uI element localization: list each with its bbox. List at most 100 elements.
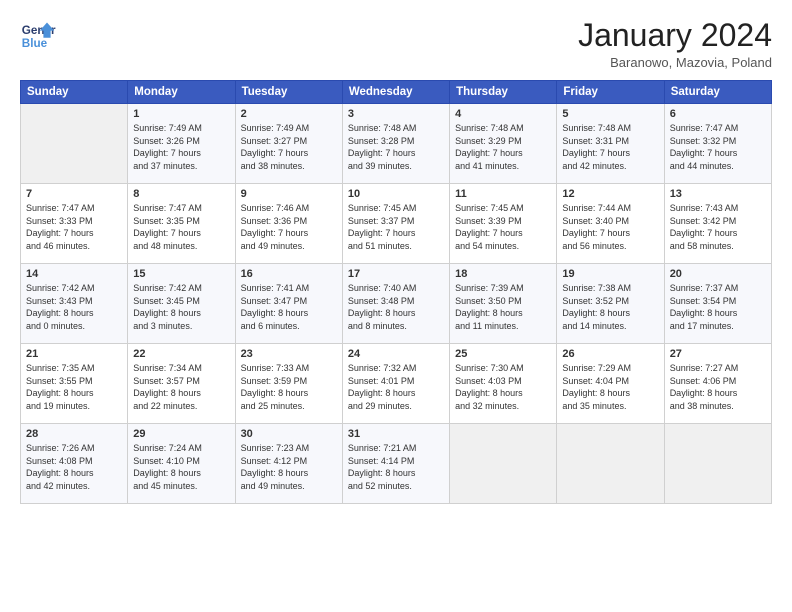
header-row: SundayMondayTuesdayWednesdayThursdayFrid… xyxy=(21,81,772,104)
svg-text:Blue: Blue xyxy=(22,37,48,50)
day-number: 26 xyxy=(562,348,658,360)
day-number: 31 xyxy=(348,428,444,440)
day-cell: 12 Sunrise: 7:44 AMSunset: 3:40 PMDayligh… xyxy=(557,184,664,264)
day-cell: 31 Sunrise: 7:21 AMSunset: 4:14 PMDayligh… xyxy=(342,424,449,504)
day-cell: 24 Sunrise: 7:32 AMSunset: 4:01 PMDayligh… xyxy=(342,344,449,424)
svg-text:General: General xyxy=(22,24,56,37)
day-cell: 26 Sunrise: 7:29 AMSunset: 4:04 PMDayligh… xyxy=(557,344,664,424)
day-cell: 1Sunrise: 7:49 AMSunset: 3:26 PMDaylight… xyxy=(128,104,235,184)
day-info: Sunrise: 7:42 AMSunset: 3:43 PMDaylight:… xyxy=(26,282,122,332)
day-cell: 13Sunrise: 7:43 AMSunset: 3:42 PMDayligh… xyxy=(664,184,771,264)
day-cell: 16Sunrise: 7:41 AMSunset: 3:47 PMDayligh… xyxy=(235,264,342,344)
day-info: Sunrise: 7:40 AMSunset: 3:48 PMDaylight:… xyxy=(348,282,444,332)
day-cell: 23Sunrise: 7:33 AMSunset: 3:59 PMDayligh… xyxy=(235,344,342,424)
day-cell: 21Sunrise: 7:35 AMSunset: 3:55 PMDayligh… xyxy=(21,344,128,424)
day-info: Sunrise: 7:24 AMSunset: 4:10 PMDaylight:… xyxy=(133,442,229,492)
day-cell: 11 Sunrise: 7:45 AMSunset: 3:39 PMDayligh… xyxy=(450,184,557,264)
header-cell-friday: Friday xyxy=(557,81,664,104)
day-number: 14 xyxy=(26,268,122,280)
day-number: 15 xyxy=(133,268,229,280)
day-info: Sunrise: 7:37 AMSunset: 3:54 PMDaylight:… xyxy=(670,282,766,332)
day-info: Sunrise: 7:48 AMSunset: 3:31 PMDaylight:… xyxy=(562,122,658,172)
day-number: 22 xyxy=(133,348,229,360)
day-info: Sunrise: 7:48 AMSunset: 3:28 PMDaylight:… xyxy=(348,122,444,172)
day-number: 7 xyxy=(26,188,122,200)
day-cell: 3 Sunrise: 7:48 AMSunset: 3:28 PMDaylight… xyxy=(342,104,449,184)
day-cell: 10Sunrise: 7:45 AMSunset: 3:37 PMDayligh… xyxy=(342,184,449,264)
day-number: 25 xyxy=(455,348,551,360)
day-number: 3 xyxy=(348,108,444,120)
day-info: Sunrise: 7:47 AMSunset: 3:35 PMDaylight:… xyxy=(133,202,229,252)
day-cell: 22 Sunrise: 7:34 AMSunset: 3:57 PMDayligh… xyxy=(128,344,235,424)
day-cell: 30 Sunrise: 7:23 AMSunset: 4:12 PMDayligh… xyxy=(235,424,342,504)
day-cell: 8 Sunrise: 7:47 AMSunset: 3:35 PMDaylight… xyxy=(128,184,235,264)
day-number: 18 xyxy=(455,268,551,280)
day-info: Sunrise: 7:38 AMSunset: 3:52 PMDaylight:… xyxy=(562,282,658,332)
header-cell-wednesday: Wednesday xyxy=(342,81,449,104)
header-cell-saturday: Saturday xyxy=(664,81,771,104)
week-row-2: 7 Sunrise: 7:47 AMSunset: 3:33 PMDaylight… xyxy=(21,184,772,264)
day-cell: 4 Sunrise: 7:48 AMSunset: 3:29 PMDaylight… xyxy=(450,104,557,184)
day-info: Sunrise: 7:48 AMSunset: 3:29 PMDaylight:… xyxy=(455,122,551,172)
day-info: Sunrise: 7:23 AMSunset: 4:12 PMDaylight:… xyxy=(241,442,337,492)
day-number: 30 xyxy=(241,428,337,440)
day-cell: 27Sunrise: 7:27 AMSunset: 4:06 PMDayligh… xyxy=(664,344,771,424)
day-info: Sunrise: 7:45 AMSunset: 3:39 PMDaylight:… xyxy=(455,202,551,252)
day-info: Sunrise: 7:42 AMSunset: 3:45 PMDaylight:… xyxy=(133,282,229,332)
day-number: 24 xyxy=(348,348,444,360)
week-row-5: 28 Sunrise: 7:26 AMSunset: 4:08 PMDayligh… xyxy=(21,424,772,504)
day-info: Sunrise: 7:21 AMSunset: 4:14 PMDaylight:… xyxy=(348,442,444,492)
day-number: 1 xyxy=(133,108,229,120)
day-info: Sunrise: 7:49 AMSunset: 3:27 PMDaylight:… xyxy=(241,122,337,172)
day-info: Sunrise: 7:46 AMSunset: 3:36 PMDaylight:… xyxy=(241,202,337,252)
day-info: Sunrise: 7:44 AMSunset: 3:40 PMDaylight:… xyxy=(562,202,658,252)
day-number: 17 xyxy=(348,268,444,280)
day-number: 5 xyxy=(562,108,658,120)
day-number: 10 xyxy=(348,188,444,200)
day-cell xyxy=(664,424,771,504)
day-info: Sunrise: 7:43 AMSunset: 3:42 PMDaylight:… xyxy=(670,202,766,252)
day-info: Sunrise: 7:34 AMSunset: 3:57 PMDaylight:… xyxy=(133,362,229,412)
header-cell-monday: Monday xyxy=(128,81,235,104)
day-cell: 2 Sunrise: 7:49 AMSunset: 3:27 PMDaylight… xyxy=(235,104,342,184)
day-cell xyxy=(21,104,128,184)
week-row-4: 21Sunrise: 7:35 AMSunset: 3:55 PMDayligh… xyxy=(21,344,772,424)
day-number: 19 xyxy=(562,268,658,280)
day-info: Sunrise: 7:27 AMSunset: 4:06 PMDaylight:… xyxy=(670,362,766,412)
day-cell: 14 Sunrise: 7:42 AMSunset: 3:43 PMDayligh… xyxy=(21,264,128,344)
day-number: 20 xyxy=(670,268,766,280)
day-number: 2 xyxy=(241,108,337,120)
day-number: 4 xyxy=(455,108,551,120)
title-block: January 2024 Baranowo, Mazovia, Poland xyxy=(578,18,772,70)
day-number: 6 xyxy=(670,108,766,120)
day-number: 23 xyxy=(241,348,337,360)
day-info: Sunrise: 7:30 AMSunset: 4:03 PMDaylight:… xyxy=(455,362,551,412)
day-cell: 7 Sunrise: 7:47 AMSunset: 3:33 PMDaylight… xyxy=(21,184,128,264)
day-number: 28 xyxy=(26,428,122,440)
day-number: 12 xyxy=(562,188,658,200)
day-cell xyxy=(450,424,557,504)
day-cell: 9 Sunrise: 7:46 AMSunset: 3:36 PMDaylight… xyxy=(235,184,342,264)
week-row-1: 1Sunrise: 7:49 AMSunset: 3:26 PMDaylight… xyxy=(21,104,772,184)
day-info: Sunrise: 7:26 AMSunset: 4:08 PMDaylight:… xyxy=(26,442,122,492)
day-cell: 17 Sunrise: 7:40 AMSunset: 3:48 PMDayligh… xyxy=(342,264,449,344)
logo-icon: General Blue xyxy=(20,18,56,54)
day-cell: 25 Sunrise: 7:30 AMSunset: 4:03 PMDayligh… xyxy=(450,344,557,424)
day-info: Sunrise: 7:35 AMSunset: 3:55 PMDaylight:… xyxy=(26,362,122,412)
day-number: 8 xyxy=(133,188,229,200)
calendar-subtitle: Baranowo, Mazovia, Poland xyxy=(578,55,772,70)
day-number: 11 xyxy=(455,188,551,200)
calendar-table: SundayMondayTuesdayWednesdayThursdayFrid… xyxy=(20,80,772,504)
day-cell: 18Sunrise: 7:39 AMSunset: 3:50 PMDayligh… xyxy=(450,264,557,344)
day-info: Sunrise: 7:32 AMSunset: 4:01 PMDaylight:… xyxy=(348,362,444,412)
calendar-title: January 2024 xyxy=(578,18,772,53)
day-number: 9 xyxy=(241,188,337,200)
page: General Blue January 2024 Baranowo, Mazo… xyxy=(0,0,792,612)
week-row-3: 14 Sunrise: 7:42 AMSunset: 3:43 PMDayligh… xyxy=(21,264,772,344)
day-info: Sunrise: 7:47 AMSunset: 3:33 PMDaylight:… xyxy=(26,202,122,252)
day-cell: 28 Sunrise: 7:26 AMSunset: 4:08 PMDayligh… xyxy=(21,424,128,504)
day-cell xyxy=(557,424,664,504)
day-info: Sunrise: 7:29 AMSunset: 4:04 PMDaylight:… xyxy=(562,362,658,412)
day-cell: 5 Sunrise: 7:48 AMSunset: 3:31 PMDaylight… xyxy=(557,104,664,184)
header: General Blue January 2024 Baranowo, Mazo… xyxy=(20,18,772,70)
